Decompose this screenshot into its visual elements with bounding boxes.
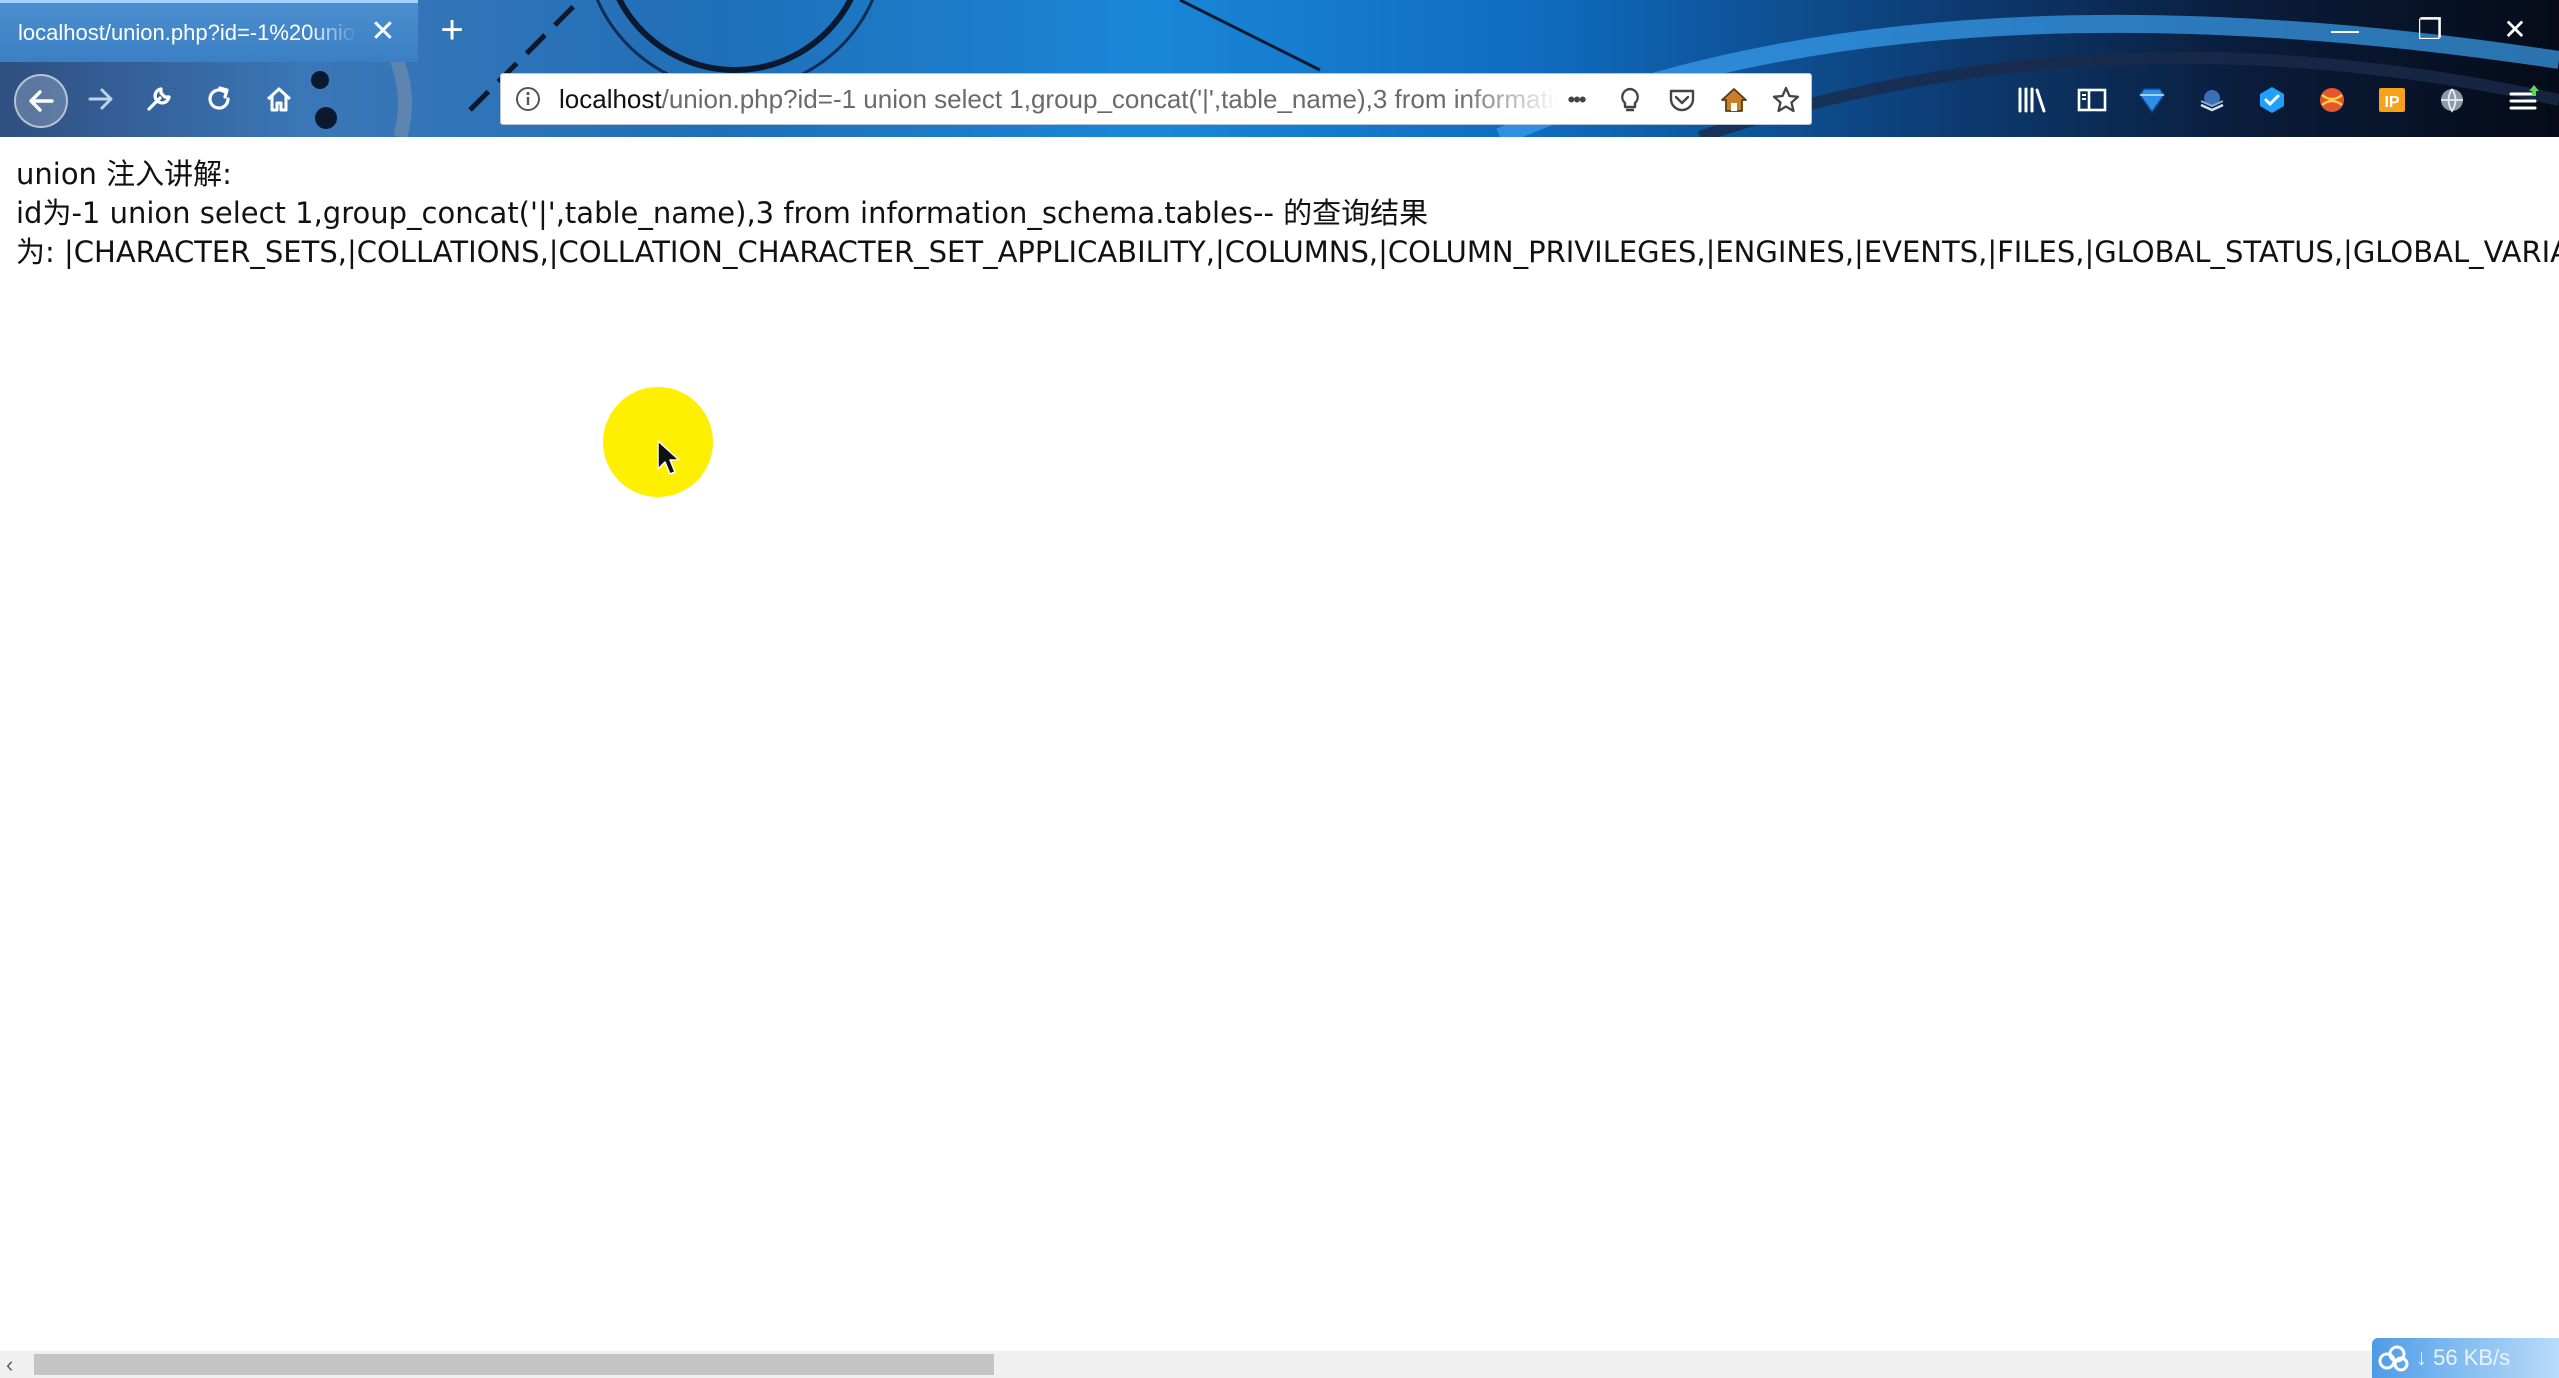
tab-close-icon[interactable]: ✕ (368, 17, 398, 47)
home-bookmark-icon (1721, 88, 1747, 112)
star-icon (1772, 86, 1800, 113)
back-icon (29, 90, 54, 112)
extension-button-5[interactable]: IP (2374, 82, 2410, 118)
tools-button[interactable] (136, 76, 182, 122)
network-icon (2372, 1338, 2416, 1378)
wrench-icon (147, 87, 171, 111)
home-button[interactable] (256, 76, 302, 122)
reload-icon (208, 86, 230, 110)
extension-button-6[interactable] (2434, 82, 2470, 118)
extension-button-3[interactable] (2254, 82, 2290, 118)
hex-extension-icon (2260, 87, 2284, 113)
network-speed-widget[interactable]: ↓ 56 KB/s (2372, 1338, 2559, 1378)
horizontal-scrollbar[interactable]: ‹ (0, 1351, 2559, 1378)
mouse-pointer-icon (657, 440, 680, 475)
tab-title: localhost/union.php?id=-1%20union (18, 19, 358, 45)
close-window-button[interactable]: ✕ (2490, 10, 2540, 50)
browser-window: localhost/union.php?id=-1%20union ✕ + — … (0, 0, 2559, 1378)
forward-icon (88, 88, 113, 110)
globe-extension-icon (2441, 88, 2463, 113)
home-bookmark-button[interactable] (1719, 85, 1749, 115)
browser-chrome: localhost/union.php?id=-1%20union ✕ + — … (0, 0, 2559, 137)
library-icon (2018, 87, 2046, 113)
reload-button[interactable] (196, 76, 242, 122)
page-heading: union 注入讲解: (16, 157, 232, 191)
info-icon[interactable] (515, 86, 541, 112)
navigation-bar: localhost/union.php?id=-1 union select 1… (0, 62, 2559, 137)
bulb-button[interactable] (1615, 85, 1645, 115)
home-icon (266, 87, 292, 112)
ip-extension-icon: IP (2379, 88, 2405, 112)
menu-button[interactable] (2506, 82, 2542, 118)
gem-extension-icon (2139, 88, 2165, 114)
pocket-button[interactable] (1667, 85, 1697, 115)
minimize-button[interactable]: — (2320, 10, 2370, 50)
scroll-left-icon[interactable]: ‹ (6, 1354, 26, 1376)
sidebar-button[interactable] (2074, 82, 2110, 118)
bulb-icon (1621, 87, 1639, 112)
url-text[interactable]: localhost/union.php?id=-1 union select 1… (559, 74, 1559, 124)
url-path: /union.php?id=-1 union select 1,group_co… (661, 84, 1559, 114)
stack-extension-icon (2200, 90, 2224, 112)
forward-button[interactable] (78, 76, 124, 122)
more-icon: ••• (1567, 87, 1586, 112)
menu-icon (2509, 85, 2539, 110)
title-bar: localhost/union.php?id=-1%20union ✕ + — … (0, 0, 2559, 62)
extension-button-2[interactable] (2194, 82, 2230, 118)
extension-button-4[interactable] (2314, 82, 2350, 118)
svg-text:IP: IP (2384, 94, 2399, 111)
address-bar[interactable]: localhost/union.php?id=-1 union select 1… (500, 73, 1812, 125)
back-button[interactable] (14, 74, 68, 128)
query-description: id为-1 union select 1,group_concat('|',ta… (16, 196, 1429, 230)
tab-active[interactable]: localhost/union.php?id=-1%20union ✕ (0, 0, 418, 62)
scrollbar-thumb[interactable] (34, 1354, 994, 1375)
query-result: 为: |CHARACTER_SETS,|COLLATIONS,|COLLATIO… (16, 235, 2559, 269)
extension-button-1[interactable] (2134, 82, 2170, 118)
sidebar-icon (2077, 88, 2107, 112)
pocket-icon (1669, 89, 1695, 112)
bookmark-star-button[interactable] (1771, 85, 1801, 115)
library-button[interactable] (2014, 82, 2050, 118)
url-host: localhost (559, 84, 662, 114)
new-tab-button[interactable]: + (432, 10, 472, 50)
ball-extension-icon (2320, 88, 2344, 112)
restore-button[interactable]: ❐ (2405, 10, 2455, 50)
page-content: union 注入讲解: id为-1 union select 1,group_c… (0, 137, 2559, 1351)
page-actions-button[interactable]: ••• (1561, 85, 1591, 115)
network-speed-text: ↓ 56 KB/s (2416, 1345, 2511, 1370)
